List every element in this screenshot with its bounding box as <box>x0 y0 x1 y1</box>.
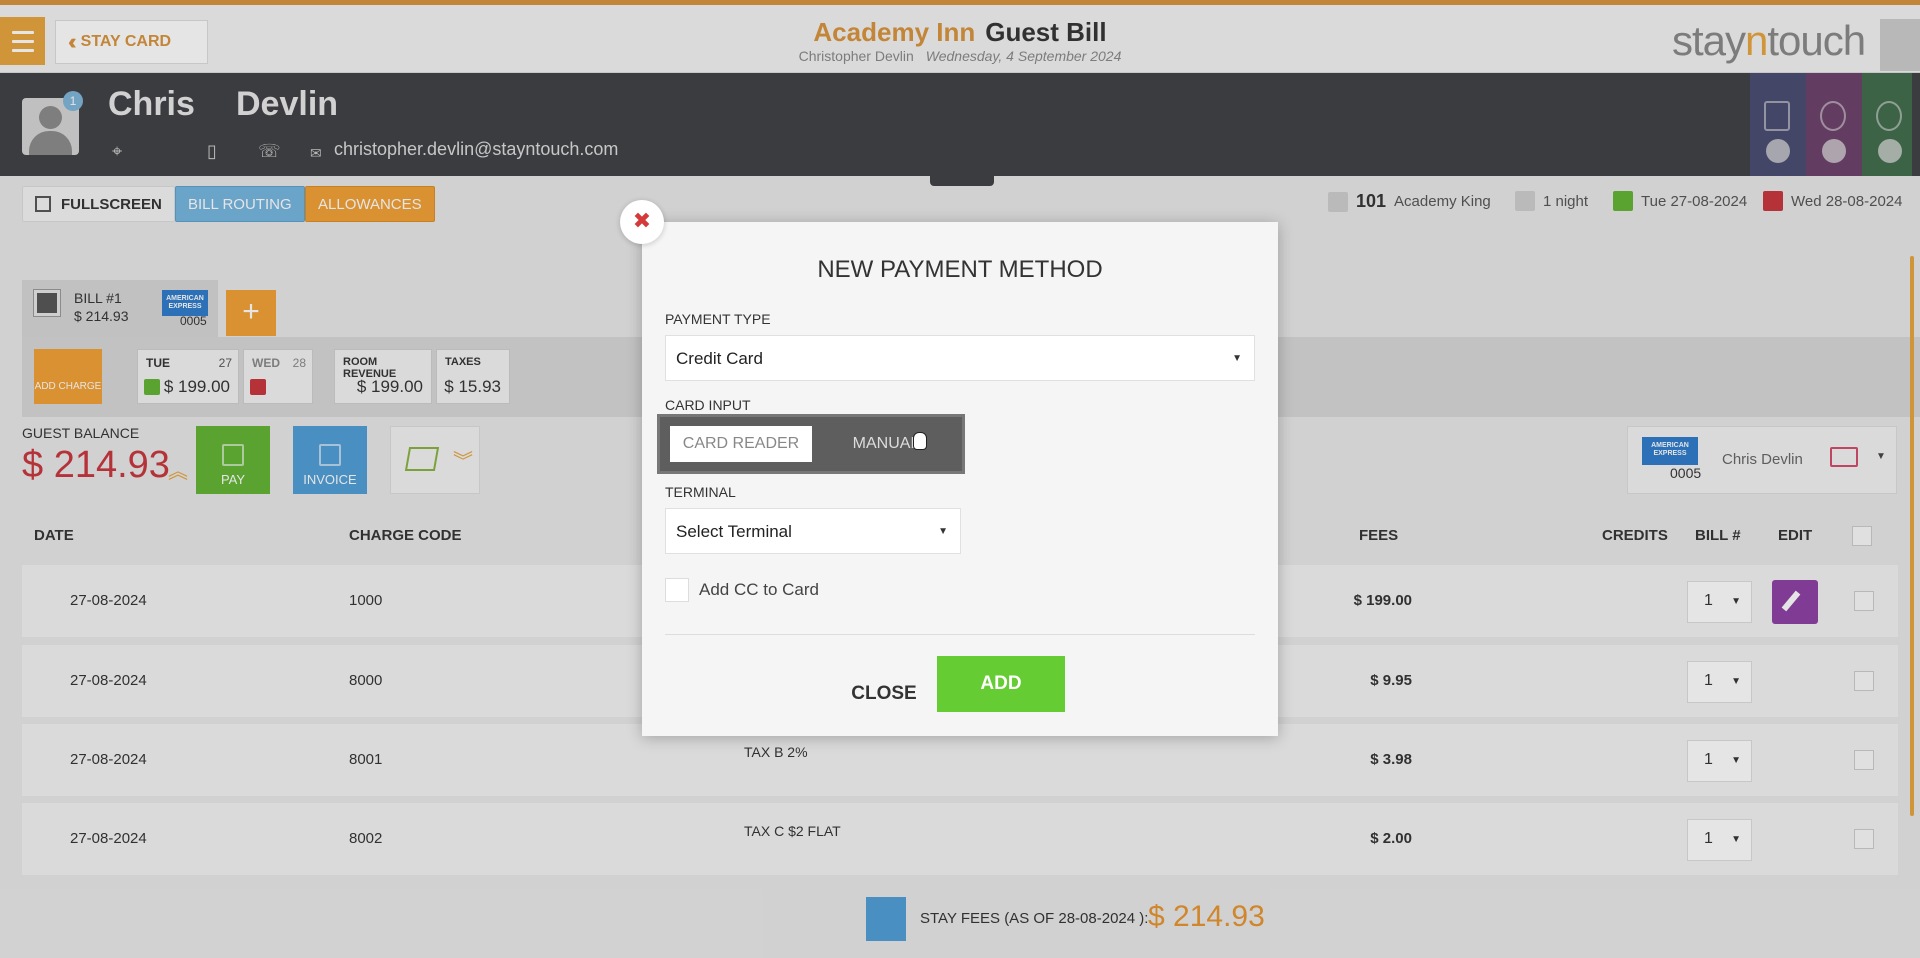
payment-type-label: PAYMENT TYPE <box>665 311 771 327</box>
add-button[interactable]: ADD <box>937 656 1065 712</box>
divider <box>665 634 1255 635</box>
hand-cursor-icon <box>913 432 927 450</box>
new-payment-method-dialog: NEW PAYMENT METHOD PAYMENT TYPE Credit C… <box>642 222 1278 736</box>
terminal-label: TERMINAL <box>665 484 736 500</box>
terminal-select[interactable]: Select Terminal ▼ <box>665 508 961 554</box>
close-button[interactable]: CLOSE <box>841 666 927 722</box>
add-cc-label: Add CC to Card <box>699 580 819 599</box>
card-reader-option[interactable]: CARD READER <box>670 426 812 462</box>
add-cc-checkbox[interactable] <box>665 578 689 602</box>
caret-down-icon: ▼ <box>1232 353 1242 364</box>
card-input-label: CARD INPUT <box>665 397 751 413</box>
manual-option[interactable]: MANUAL <box>818 426 954 462</box>
payment-type-select[interactable]: Credit Card ▼ <box>665 335 1255 381</box>
caret-down-icon: ▼ <box>938 526 948 537</box>
close-icon[interactable]: ✖ <box>620 200 664 244</box>
dialog-title: NEW PAYMENT METHOD <box>817 256 1103 283</box>
